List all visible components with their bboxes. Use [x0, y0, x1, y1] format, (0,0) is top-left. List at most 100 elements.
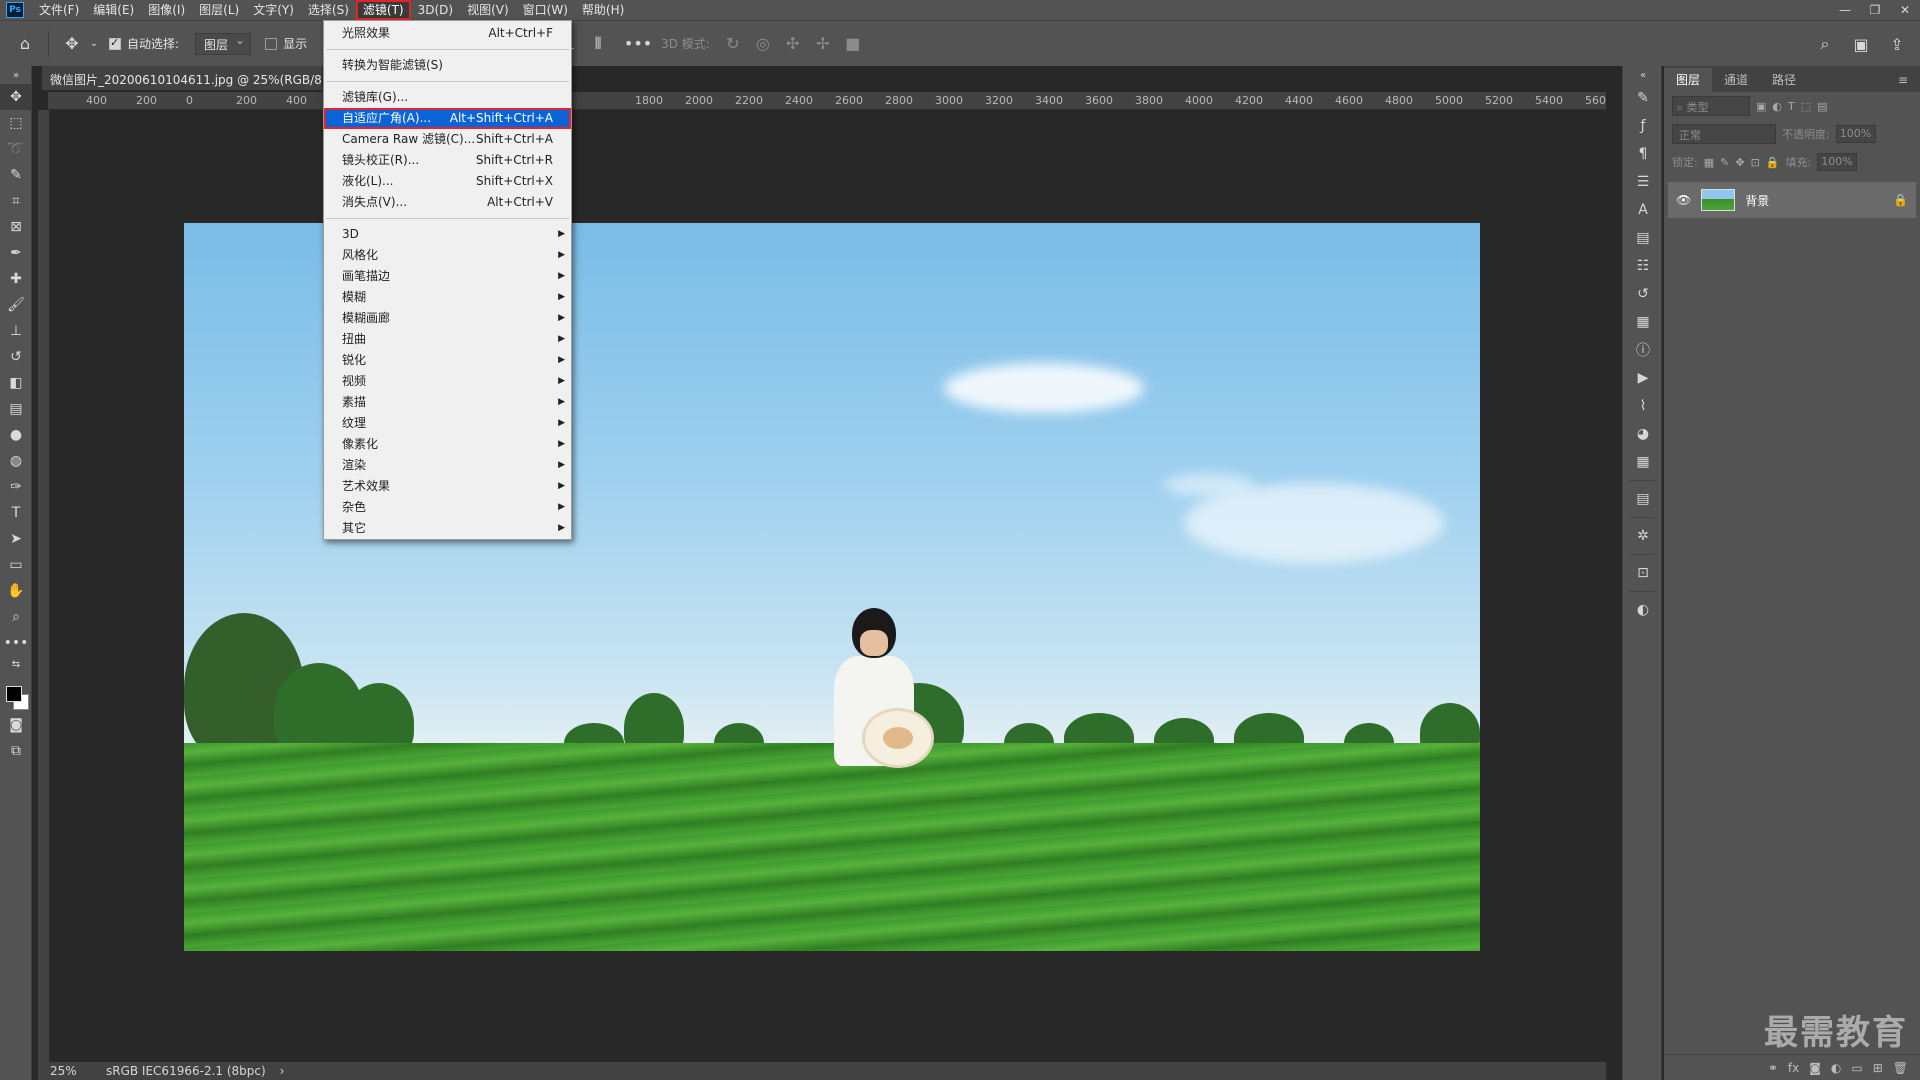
notes-icon[interactable]: ▤ — [1623, 485, 1663, 513]
tab-layers[interactable]: 图层 — [1664, 68, 1713, 92]
swap-colors-icon[interactable]: ⇆ — [0, 656, 32, 672]
eyedropper-tool-icon[interactable]: ✒ — [0, 240, 32, 266]
chevron-down-icon[interactable]: ⌄ — [87, 29, 101, 59]
menu-file[interactable]: 文件(F) — [32, 0, 86, 20]
menu-item-liquify[interactable]: 液化(L)... Shift+Ctrl+X — [324, 171, 571, 192]
lock-position-icon[interactable]: ✥ — [1735, 156, 1744, 169]
collapse-toolbar-icon[interactable]: » — [0, 66, 32, 84]
move-tool-icon[interactable]: ✥ — [57, 29, 87, 59]
properties-icon[interactable]: ▦ — [1623, 308, 1663, 336]
pan-3d-icon[interactable]: ✣ — [778, 29, 808, 59]
zoom-level[interactable]: 25% — [38, 1064, 94, 1078]
pixel-filter-icon[interactable]: ▣ — [1756, 100, 1766, 113]
screen-mode-icon[interactable]: ⧉ — [0, 738, 32, 764]
menu-item-vanishing-point[interactable]: 消失点(V)... Alt+Ctrl+V — [324, 192, 571, 213]
menu-image[interactable]: 图像(I) — [141, 0, 192, 20]
layer-kind-filter[interactable]: ⌕ 类型 — [1672, 96, 1750, 116]
brush-settings-icon[interactable]: ✎ — [1623, 84, 1663, 112]
type-filter-icon[interactable]: T — [1788, 100, 1795, 113]
menu-item-convert-smart-filter[interactable]: 转换为智能滤镜(S) — [324, 55, 571, 76]
eraser-tool-icon[interactable]: ◧ — [0, 370, 32, 396]
opacity-input[interactable]: 100% — [1835, 125, 1876, 143]
layer-row-background[interactable]: 👁 背景 🔒 — [1668, 182, 1916, 218]
menu-edit[interactable]: 编辑(E) — [86, 0, 141, 20]
home-icon[interactable]: ⌂ — [10, 29, 40, 59]
fill-input[interactable]: 100% — [1817, 153, 1858, 171]
menu-item-sketch[interactable]: 素描 ▶ — [324, 392, 571, 413]
swatches-grid-icon[interactable]: ▦ — [1623, 448, 1663, 476]
roll-3d-icon[interactable]: ◎ — [748, 29, 778, 59]
adjustments-icon[interactable]: ☰ — [1623, 168, 1663, 196]
zoom-tool-icon[interactable]: ⌕ — [0, 604, 32, 630]
auto-select-checkbox[interactable] — [109, 36, 121, 50]
menu-item-pixelate[interactable]: 像素化 ▶ — [324, 434, 571, 455]
menu-item-other[interactable]: 其它 ▶ — [324, 518, 571, 539]
chevron-right-icon[interactable]: › — [280, 1064, 285, 1078]
clone-source-icon[interactable]: ⊡ — [1623, 559, 1663, 587]
menu-item-artistic[interactable]: 艺术效果 ▶ — [324, 476, 571, 497]
menu-item-video[interactable]: 视频 ▶ — [324, 371, 571, 392]
link-layers-icon[interactable]: ⚭ — [1768, 1061, 1778, 1075]
menu-window[interactable]: 窗口(W) — [516, 0, 575, 20]
quick-select-tool-icon[interactable]: ✎ — [0, 162, 32, 188]
type-tool-icon[interactable]: T — [0, 500, 32, 526]
menu-item-texture[interactable]: 纹理 ▶ — [324, 413, 571, 434]
menu-filter[interactable]: 滤镜(T) — [355, 0, 411, 20]
character-icon[interactable]: A — [1623, 196, 1663, 224]
hand-tool-icon[interactable]: ✋ — [0, 578, 32, 604]
minimize-icon[interactable]: — — [1830, 0, 1860, 20]
menu-item-lens-correction[interactable]: 镜头校正(R)... Shift+Ctrl+R — [324, 150, 571, 171]
pen-tool-icon[interactable]: ✑ — [0, 474, 32, 500]
panel-menu-icon[interactable]: ≡ — [1886, 68, 1920, 92]
styles-icon[interactable]: ƒ — [1623, 112, 1663, 140]
dodge-tool-icon[interactable]: ◍ — [0, 448, 32, 474]
delete-layer-icon[interactable]: 🗑 — [1893, 1061, 1908, 1075]
menu-item-sharpen[interactable]: 锐化 ▶ — [324, 350, 571, 371]
menu-item-stylize[interactable]: 风格化 ▶ — [324, 245, 571, 266]
menu-item-lighting-effects[interactable]: 光照效果 Alt+Ctrl+F — [324, 23, 571, 44]
info-icon[interactable]: ⓘ — [1623, 336, 1663, 364]
more-tools-icon[interactable]: ••• — [0, 630, 32, 656]
libraries-icon[interactable]: ▤ — [1623, 224, 1663, 252]
menu-item-brush-strokes[interactable]: 画笔描边 ▶ — [324, 266, 571, 287]
lock-transparent-icon[interactable]: ▦ — [1704, 156, 1714, 169]
frame-tool-icon[interactable]: ⊠ — [0, 214, 32, 240]
menu-layer[interactable]: 图层(L) — [192, 0, 246, 20]
rectangle-tool-icon[interactable]: ▭ — [0, 552, 32, 578]
clone-stamp-tool-icon[interactable]: ⊥ — [0, 318, 32, 344]
history-brush-tool-icon[interactable]: ↺ — [0, 344, 32, 370]
marquee-tool-icon[interactable]: ⬚ — [0, 110, 32, 136]
menu-item-camera-raw[interactable]: Camera Raw 滤镜(C)... Shift+Ctrl+A — [324, 129, 571, 150]
adjustment-circle-icon[interactable]: ◐ — [1623, 596, 1663, 624]
move-tool-icon[interactable]: ✥ — [0, 84, 32, 110]
menu-item-render[interactable]: 渲染 ▶ — [324, 455, 571, 476]
collapse-panels-icon[interactable]: « — [1623, 66, 1663, 84]
menu-item-blur[interactable]: 模糊 ▶ — [324, 287, 571, 308]
restore-icon[interactable]: ❐ — [1860, 0, 1890, 20]
close-icon[interactable]: ✕ — [1890, 0, 1920, 20]
tab-channels[interactable]: 通道 — [1712, 68, 1760, 92]
path-selection-tool-icon[interactable]: ➤ — [0, 526, 32, 552]
menu-3d[interactable]: 3D(D) — [411, 0, 460, 20]
search-icon[interactable]: ⌕ — [1810, 29, 1840, 59]
blur-tool-icon[interactable]: ● — [0, 422, 32, 448]
menu-item-filter-gallery[interactable]: 滤镜库(G)... — [324, 87, 571, 108]
healing-brush-tool-icon[interactable]: ✚ — [0, 266, 32, 292]
lock-all-icon[interactable]: 🔒 — [1766, 156, 1780, 169]
shape-filter-icon[interactable]: ⬚ — [1801, 100, 1811, 113]
history-icon[interactable]: ↺ — [1623, 280, 1663, 308]
new-layer-icon[interactable]: ⊞ — [1873, 1061, 1883, 1075]
blend-mode-select[interactable]: 正常 — [1672, 124, 1776, 144]
paths-icon[interactable]: ⌇ — [1623, 392, 1663, 420]
lasso-tool-icon[interactable]: ➰ — [0, 136, 32, 162]
distribute-icon[interactable]: ⫴ — [583, 29, 613, 59]
adjustment-filter-icon[interactable]: ◐ — [1772, 100, 1782, 113]
paragraph-icon[interactable]: ¶ — [1623, 140, 1663, 168]
menu-type[interactable]: 文字(Y) — [246, 0, 301, 20]
tab-paths[interactable]: 路径 — [1760, 68, 1808, 92]
slide-3d-icon[interactable]: ✢ — [808, 29, 838, 59]
share-icon[interactable]: ⇪ — [1882, 29, 1912, 59]
gradient-tool-icon[interactable]: ▤ — [0, 396, 32, 422]
3d-settings-icon[interactable]: ✲ — [1623, 522, 1663, 550]
auto-select-target-dropdown[interactable]: 图层 — [195, 32, 252, 55]
